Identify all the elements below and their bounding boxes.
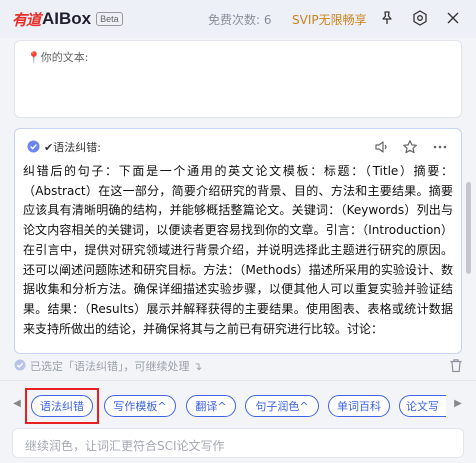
logo-aibox: AIBox (42, 9, 92, 28)
chip-translate[interactable]: 翻译^ (186, 395, 236, 417)
check-circle-icon (14, 359, 26, 374)
chip-sentence-polish[interactable]: 句子润色^ (245, 395, 319, 417)
result-title: ✔语法纠错: (44, 141, 101, 154)
corrected-text: 纠错后的句子：下面是一个通用的英文论文模板：标题：（Title）摘要：（Abst… (23, 164, 453, 336)
beta-badge: Beta (96, 12, 123, 26)
settings-icon[interactable] (411, 9, 429, 27)
selected-hint: 已选定「语法纠错」，可继续处理 ↴ (14, 358, 202, 374)
scroll-left-icon[interactable]: ◀ (12, 398, 22, 410)
chip-paper-writing[interactable]: 论文写 (399, 395, 446, 417)
scroll-right-icon[interactable]: ▶ (453, 398, 463, 410)
result-card: ✔语法纠错: 纠错后的句子：下面是一个通用的英文论文模板：标题：（Title）摘… (14, 128, 462, 354)
chip-writing-template[interactable]: 写作模板^ (104, 395, 176, 417)
speaker-icon[interactable] (374, 139, 390, 159)
pin-icon[interactable] (378, 9, 396, 27)
check-circle-icon (27, 138, 40, 157)
svip-link[interactable]: SVIP无限畅享 (292, 11, 367, 28)
result-scrollbar[interactable] (466, 182, 471, 274)
selected-hint-text: 已选定「语法纠错」，可继续处理 ↴ (30, 360, 203, 373)
highlight-box (25, 388, 99, 424)
logo-youdao: 有道 (12, 10, 41, 29)
followup-input[interactable]: 继续润色，让词汇更符合SCI论文写作 (12, 428, 464, 458)
followup-input-placeholder: 继续润色，让词汇更符合SCI论文写作 (25, 439, 225, 453)
star-icon[interactable] (402, 139, 418, 159)
close-icon[interactable] (444, 9, 462, 27)
result-header: ✔语法纠错: (27, 139, 101, 155)
divider (0, 380, 476, 381)
chip-word-encyclopedia[interactable]: 单词百科 (328, 395, 390, 417)
text-input-placeholder: 📍你的文本: (27, 51, 89, 64)
more-icon[interactable] (432, 139, 448, 159)
free-count-label: 免费次数: 6 (208, 13, 272, 27)
text-input-box[interactable]: 📍你的文本: (14, 40, 462, 118)
trash-icon[interactable] (449, 358, 463, 377)
